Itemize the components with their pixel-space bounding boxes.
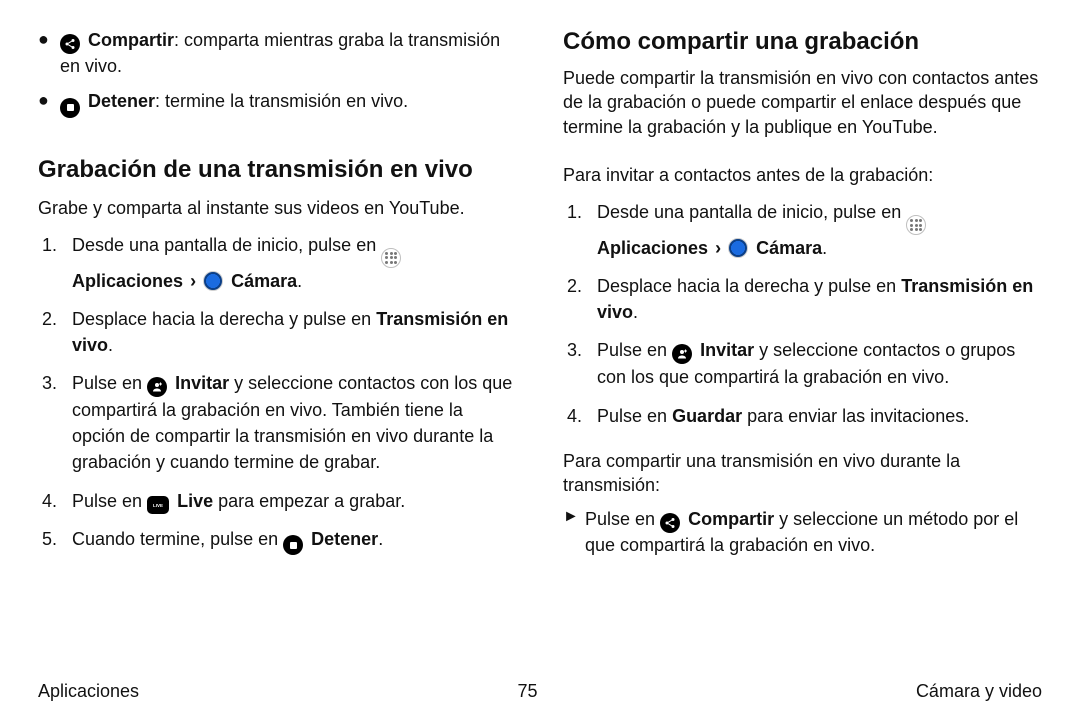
stop-icon bbox=[283, 535, 303, 555]
triangle-marker: ► bbox=[563, 507, 585, 528]
live-icon: LIVE bbox=[147, 496, 169, 514]
step-3: Pulse en Invitar y seleccione contactos … bbox=[563, 337, 1042, 390]
bullet-text: : termine la transmisión en vivo. bbox=[155, 91, 408, 111]
bullet-title: Detener bbox=[88, 91, 155, 111]
step-1: Desde una pantalla de inicio, pulse en A… bbox=[563, 199, 1042, 261]
stop-icon bbox=[60, 98, 80, 118]
step-1: Desde una pantalla de inicio, pulse en A… bbox=[38, 232, 517, 294]
invite-icon bbox=[147, 377, 167, 397]
bullet-compartir: ● Compartir: comparta mientras graba la … bbox=[38, 28, 517, 79]
section-intro: Puede compartir la transmisión en vivo c… bbox=[563, 66, 1042, 139]
camera-icon bbox=[203, 271, 223, 291]
section-intro: Grabe y comparta al instante sus videos … bbox=[38, 196, 517, 220]
page-footer: Aplicaciones 75 Cámara y video bbox=[38, 671, 1042, 702]
step-4: Pulse en Guardar para enviar las invitac… bbox=[563, 403, 1042, 429]
section-heading-compartir: Cómo compartir una grabación bbox=[563, 28, 1042, 56]
bullet-marker: ● bbox=[38, 28, 60, 51]
footer-right: Cámara y video bbox=[916, 681, 1042, 702]
invite-icon bbox=[672, 344, 692, 364]
steps-compartir: Desde una pantalla de inicio, pulse en A… bbox=[563, 199, 1042, 440]
step-4: Pulse en LIVE Live para empezar a grabar… bbox=[38, 488, 517, 514]
footer-page-number: 75 bbox=[517, 681, 537, 702]
svg-text:LIVE: LIVE bbox=[153, 503, 163, 508]
triangle-bullets: ► Pulse en Compartir y seleccione un mét… bbox=[563, 507, 1042, 568]
camera-icon bbox=[728, 238, 748, 258]
step-5: Cuando termine, pulse en Detener. bbox=[38, 526, 517, 556]
step-2: Desplace hacia la derecha y pulse en Tra… bbox=[563, 273, 1042, 325]
bullet-title: Compartir bbox=[88, 30, 174, 50]
steps-grabacion: Desde una pantalla de inicio, pulse en A… bbox=[38, 232, 517, 567]
bullet-marker: ● bbox=[38, 89, 60, 112]
apps-grid-icon bbox=[381, 248, 401, 268]
step-3: Pulse en Invitar y seleccione contactos … bbox=[38, 370, 517, 475]
right-column: Cómo compartir una grabación Puede compa… bbox=[563, 28, 1042, 671]
lead-text: Para invitar a contactos antes de la gra… bbox=[563, 163, 1042, 187]
share-icon bbox=[660, 513, 680, 533]
footer-left: Aplicaciones bbox=[38, 681, 139, 702]
feature-bullets: ● Compartir: comparta mientras graba la … bbox=[38, 28, 517, 128]
step-2: Desplace hacia la derecha y pulse en Tra… bbox=[38, 306, 517, 358]
left-column: ● Compartir: comparta mientras graba la … bbox=[38, 28, 517, 671]
lead-text-2: Para compartir una transmisión en vivo d… bbox=[563, 449, 1042, 498]
apps-grid-icon bbox=[906, 215, 926, 235]
section-heading-grabacion: Grabación de una transmisión en vivo bbox=[38, 156, 517, 184]
tri-bullet: ► Pulse en Compartir y seleccione un mét… bbox=[563, 507, 1042, 558]
content-columns: ● Compartir: comparta mientras graba la … bbox=[38, 28, 1042, 671]
bullet-detener: ● Detener: termine la transmisión en viv… bbox=[38, 89, 517, 118]
share-icon bbox=[60, 34, 80, 54]
